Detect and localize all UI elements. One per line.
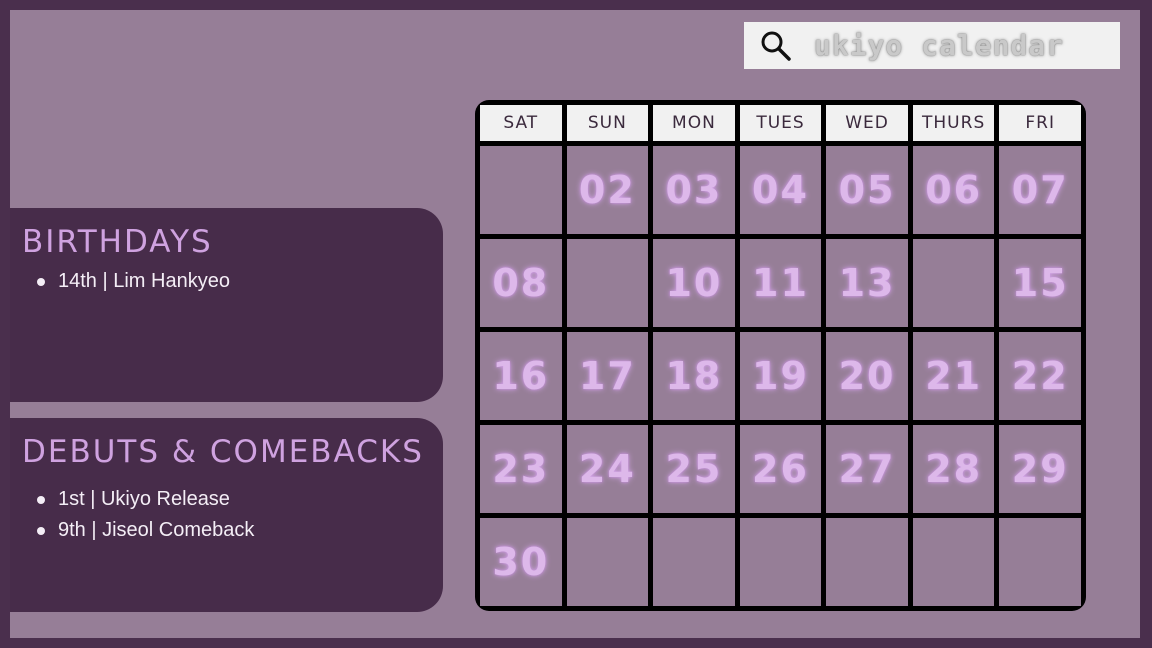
calendar: SAT SUN MON TUES WED THURS FRI 02 03 04 … [475, 100, 1086, 611]
calendar-cell[interactable] [999, 518, 1081, 606]
day-header: THURS [912, 105, 995, 141]
search-text[interactable]: ukiyo calendar [814, 29, 1064, 62]
birthdays-title: Birthdays [22, 224, 213, 260]
calendar-grid: SAT SUN MON TUES WED THURS FRI 02 03 04 … [480, 105, 1081, 606]
calendar-cell[interactable]: 30 [480, 518, 562, 606]
calendar-cell[interactable]: 25 [653, 425, 735, 513]
calendar-cell[interactable]: 06 [912, 146, 995, 234]
calendar-cell[interactable]: 10 [653, 239, 735, 327]
list-item: 14th | Lim Hankyeo [37, 266, 230, 297]
day-header: MON [653, 105, 735, 141]
calendar-cell[interactable]: 04 [739, 146, 822, 234]
calendar-cell[interactable]: 05 [826, 146, 908, 234]
calendar-cell[interactable] [653, 518, 735, 606]
calendar-cell[interactable]: 24 [566, 425, 649, 513]
calendar-cell[interactable]: 29 [999, 425, 1081, 513]
calendar-cell[interactable] [826, 518, 908, 606]
day-header: SAT [480, 105, 562, 141]
calendar-cell[interactable]: 17 [566, 332, 649, 420]
calendar-cell[interactable]: 03 [653, 146, 735, 234]
day-header: WED [826, 105, 908, 141]
calendar-cell[interactable]: 02 [566, 146, 649, 234]
calendar-cell[interactable]: 13 [826, 239, 908, 327]
birthdays-panel: Birthdays 14th | Lim Hankyeo [10, 208, 443, 402]
day-header: SUN [566, 105, 649, 141]
calendar-cell[interactable]: 21 [912, 332, 995, 420]
calendar-cell[interactable]: 19 [739, 332, 822, 420]
debuts-list: 1st | Ukiyo Release 9th | Jiseol Comebac… [24, 484, 254, 546]
calendar-cell[interactable]: 08 [480, 239, 562, 327]
calendar-cell[interactable] [739, 518, 822, 606]
calendar-cell[interactable] [480, 146, 562, 234]
search-bar[interactable]: ukiyo calendar [744, 22, 1120, 69]
calendar-cell[interactable]: 23 [480, 425, 562, 513]
debuts-title: Debuts & Comebacks [22, 434, 424, 470]
list-item: 9th | Jiseol Comeback [36, 515, 254, 546]
birthdays-list: 14th | Lim Hankyeo [24, 266, 230, 297]
day-header: TUES [739, 105, 822, 141]
calendar-cell[interactable] [566, 239, 649, 327]
calendar-cell[interactable]: 07 [999, 146, 1081, 234]
debuts-panel: Debuts & Comebacks 1st | Ukiyo Release 9… [10, 418, 443, 612]
calendar-cell[interactable]: 11 [739, 239, 822, 327]
calendar-cell[interactable]: 15 [999, 239, 1081, 327]
calendar-cell[interactable]: 18 [653, 332, 735, 420]
calendar-cell[interactable] [566, 518, 649, 606]
calendar-cell[interactable] [912, 518, 995, 606]
calendar-cell[interactable]: 26 [739, 425, 822, 513]
search-icon[interactable] [758, 28, 794, 64]
calendar-cell[interactable]: 20 [826, 332, 908, 420]
calendar-cell[interactable]: 28 [912, 425, 995, 513]
calendar-cell[interactable]: 27 [826, 425, 908, 513]
day-header: FRI [999, 105, 1081, 141]
calendar-cell[interactable]: 16 [480, 332, 562, 420]
calendar-cell[interactable]: 22 [999, 332, 1081, 420]
calendar-cell[interactable] [912, 239, 995, 327]
list-item: 1st | Ukiyo Release [36, 484, 254, 515]
